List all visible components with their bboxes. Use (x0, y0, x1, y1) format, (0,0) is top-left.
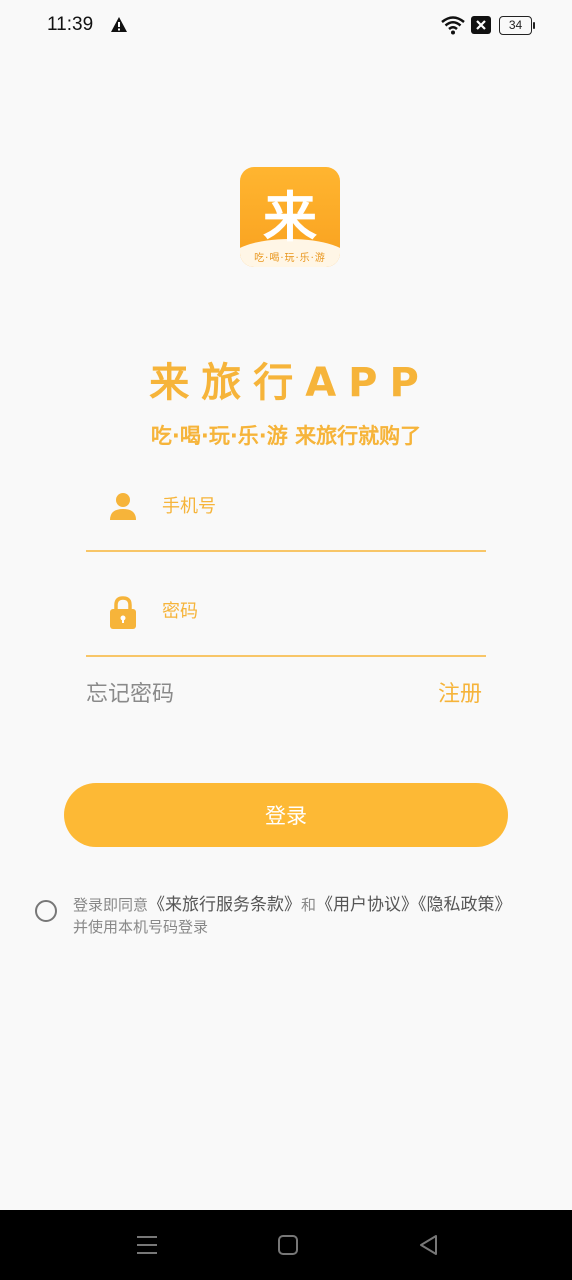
phone-input[interactable] (162, 492, 462, 520)
status-time: 11:39 (47, 14, 94, 35)
privacy-link[interactable]: 《隐私政策》 (418, 895, 512, 915)
wifi-icon (440, 14, 466, 36)
back-icon[interactable] (416, 1232, 442, 1258)
forgot-password-link[interactable]: 忘记密码 (86, 676, 174, 708)
logo-tagline: 吃·喝·玩·乐·游 (254, 253, 326, 264)
register-link[interactable]: 注册 (438, 676, 482, 708)
system-nav-bar (0, 1210, 572, 1280)
agreement-line2: 并使用本机号码登录 (73, 918, 209, 936)
menu-icon[interactable] (134, 1232, 160, 1258)
home-icon[interactable] (275, 1232, 301, 1258)
battery-level: 34 (499, 16, 532, 35)
login-button[interactable]: 登录 (64, 783, 508, 847)
password-field[interactable] (86, 591, 486, 657)
logo-char: 来 (263, 186, 317, 249)
agreement-radio[interactable] (35, 900, 57, 922)
warning-icon (110, 16, 128, 34)
app-logo: 来 吃·喝·玩·乐·游 (240, 167, 340, 267)
agreement-and: 和 (301, 896, 317, 914)
lock-icon (108, 595, 138, 629)
app-slogan: 吃·喝·玩·乐·游 来旅行就购了 (150, 424, 422, 448)
terms-link[interactable]: 《来旅行服务条款》 (148, 895, 301, 915)
x-box-icon (471, 16, 491, 34)
app-title: 来旅行APP (149, 360, 431, 406)
user-icon (108, 490, 138, 524)
phone-field[interactable] (86, 486, 486, 552)
agreement-prefix: 登录即同意 (73, 896, 149, 914)
battery-icon: 34 (499, 16, 535, 35)
agreement-text: 登录即同意《来旅行服务条款》和《用户协议》《隐私政策》 (73, 890, 512, 915)
status-bar: 11:39 34 (0, 0, 572, 52)
password-input[interactable] (162, 597, 462, 625)
user-agreement-link[interactable]: 《用户协议》 (316, 895, 418, 915)
